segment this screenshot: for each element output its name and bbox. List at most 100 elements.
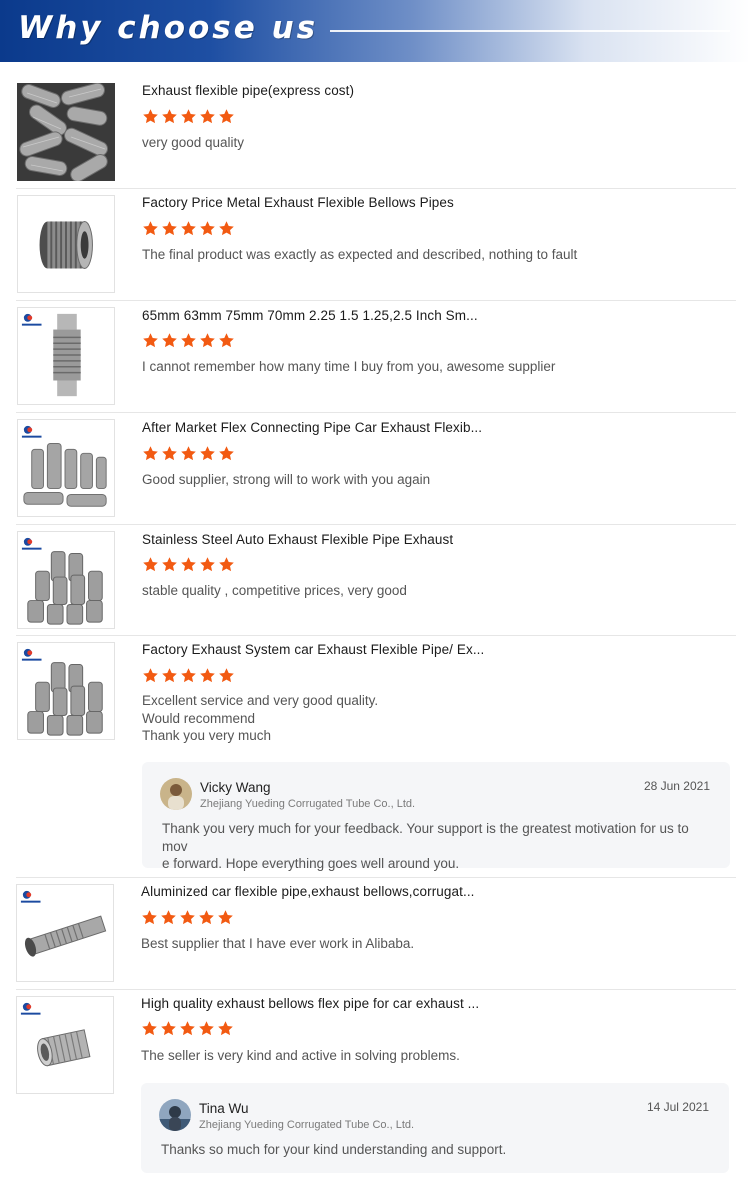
review-product-title[interactable]: Stainless Steel Auto Exhaust Flexible Pi… [142, 532, 453, 547]
star-icon [143, 446, 158, 461]
review-text-line: Would recommend [142, 710, 256, 726]
star-icon [143, 109, 158, 124]
product-image-bellows [18, 196, 114, 292]
star-icon [200, 668, 215, 683]
product-thumbnail[interactable] [17, 531, 115, 629]
reply-company: Zhejiang Yueding Corrugated Tube Co., Lt… [199, 1119, 415, 1131]
reply-date: 14 Jul 2021 [646, 1100, 709, 1114]
product-image-pipe-collection [18, 532, 114, 628]
review-product-title[interactable]: 65mm 63mm 75mm 70mm 2.25 1.5 1.25,2.5 In… [142, 308, 478, 323]
product-image-aluminized-pipe [17, 885, 113, 981]
header-banner: Why choose us [0, 0, 750, 62]
review-product-title[interactable]: Aluminized car flexible pipe,exhaust bel… [141, 884, 475, 899]
star-icon [143, 668, 158, 683]
star-icon [143, 333, 158, 348]
review-text: stable quality , competitive prices, ver… [142, 582, 407, 600]
star-icon [219, 668, 234, 683]
review-text: The final product was exactly as expecte… [142, 246, 577, 264]
product-image-flex-pipe [18, 308, 114, 404]
product-thumbnail[interactable] [17, 307, 115, 405]
reply-text-line: Thank you very much for your feedback. Y… [162, 821, 689, 854]
star-icon [219, 333, 234, 348]
user-avatar-icon [160, 778, 192, 810]
star-icon [219, 446, 234, 461]
star-icon [142, 1021, 157, 1036]
avatar [159, 1099, 191, 1131]
review-text-line: Best supplier that I have ever work in A… [141, 936, 415, 951]
star-icon [161, 1021, 176, 1036]
review-text-line: Excellent service and very good quality. [142, 693, 379, 708]
star-icon [162, 221, 177, 236]
star-icon [143, 557, 158, 572]
review-text-line: Thank you very much [142, 728, 272, 743]
product-thumbnail[interactable] [16, 884, 114, 982]
reply-text-line: e forward. Hope everything goes well aro… [162, 856, 460, 871]
review-product-title[interactable]: After Market Flex Connecting Pipe Car Ex… [142, 420, 482, 435]
star-icon [219, 109, 234, 124]
product-thumbnail[interactable] [16, 996, 114, 1094]
star-icon [181, 109, 196, 124]
product-image-pipes [17, 83, 115, 181]
seller-reply: Vicky Wang Zhejiang Yueding Corrugated T… [142, 762, 730, 871]
star-rating [142, 556, 235, 574]
star-icon [181, 333, 196, 348]
review-text: I cannot remember how many time I buy fr… [142, 358, 555, 376]
star-rating [142, 445, 235, 463]
star-icon [162, 446, 177, 461]
review-text: Excellent service and very good quality.… [142, 692, 378, 745]
avatar [160, 778, 192, 810]
review-product-title[interactable]: High quality exhaust bellows flex pipe f… [141, 996, 479, 1011]
star-icon [181, 668, 196, 683]
divider [16, 300, 736, 301]
product-thumbnail[interactable] [17, 642, 115, 740]
divider [16, 989, 736, 990]
header-divider [330, 30, 730, 32]
star-icon [162, 109, 177, 124]
star-icon [180, 910, 195, 925]
divider [16, 524, 736, 525]
reply-author-name: Tina Wu [199, 1101, 249, 1116]
star-rating [142, 108, 235, 126]
reply-company: Zhejiang Yueding Corrugated Tube Co., Lt… [200, 798, 416, 810]
star-rating [142, 332, 235, 350]
star-icon [162, 668, 177, 683]
product-image-pipe-set [18, 420, 114, 516]
product-thumbnail[interactable] [17, 419, 115, 517]
reply-author-name: Vicky Wang [200, 780, 271, 795]
star-icon [219, 557, 234, 572]
review-text-line: stable quality , competitive prices, ver… [142, 583, 407, 598]
review-text-line: The seller is very kind and active in so… [141, 1048, 460, 1063]
user-avatar-icon [159, 1099, 191, 1131]
review-text-line: Good supplier, strong will to work with … [142, 472, 431, 487]
review-product-title[interactable]: Factory Exhaust System car Exhaust Flexi… [142, 642, 484, 657]
divider [16, 635, 736, 636]
product-image-pipe-collection [18, 643, 114, 739]
divider [16, 877, 736, 878]
review-product-title[interactable]: Factory Price Metal Exhaust Flexible Bel… [142, 195, 454, 210]
review-text-line: I cannot remember how many time I buy fr… [142, 359, 556, 374]
star-icon [180, 1021, 195, 1036]
review-text: Good supplier, strong will to work with … [142, 471, 430, 489]
review-text: Best supplier that I have ever work in A… [141, 935, 414, 953]
reply-text: Thank you very much for your feedback. Y… [162, 820, 714, 873]
star-icon [162, 557, 177, 572]
seller-reply: Tina Wu Zhejiang Yueding Corrugated Tube… [141, 1083, 729, 1173]
star-icon [181, 221, 196, 236]
divider [16, 412, 736, 413]
star-icon [143, 221, 158, 236]
star-icon [200, 557, 215, 572]
star-rating [141, 909, 234, 927]
star-icon [200, 333, 215, 348]
star-icon [199, 910, 214, 925]
star-icon [161, 910, 176, 925]
product-thumbnail[interactable] [17, 195, 115, 293]
review-text: very good quality [142, 134, 244, 152]
review-product-title[interactable]: Exhaust flexible pipe(express cost) [142, 83, 354, 98]
star-icon [181, 557, 196, 572]
reply-date: 28 Jun 2021 [643, 779, 710, 793]
star-icon [162, 333, 177, 348]
review-text-line: very good quality [142, 135, 245, 150]
star-icon [199, 1021, 214, 1036]
divider [16, 188, 736, 189]
product-thumbnail[interactable] [17, 83, 115, 181]
